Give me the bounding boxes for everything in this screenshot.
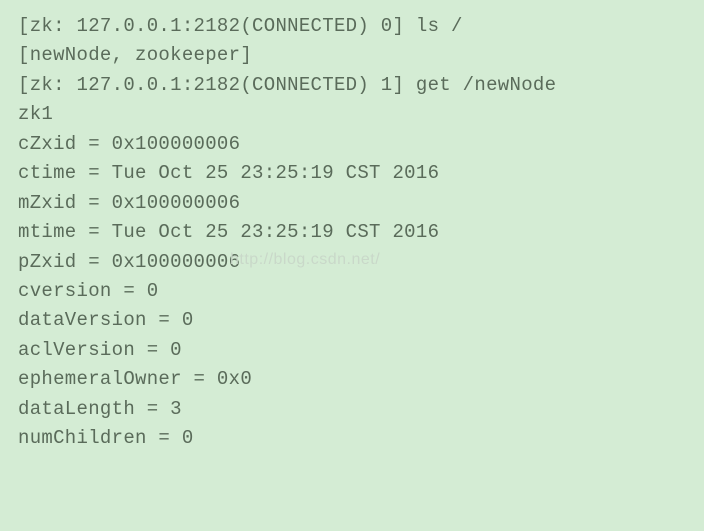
command-ls: ls / (416, 15, 463, 37)
stat-cversion: cversion = 0 (18, 277, 686, 306)
stat-pzxid: pZxid = 0x100000006 (18, 248, 686, 277)
stat-mzxid: mZxid = 0x100000006 (18, 189, 686, 218)
prompt-prefix: [zk: 127.0.0.1:2182(CONNECTED) 0] (18, 15, 416, 37)
stat-mtime: mtime = Tue Oct 25 23:25:19 CST 2016 (18, 218, 686, 247)
ls-output: [newNode, zookeeper] (18, 41, 686, 70)
command-get: get /newNode (416, 74, 556, 96)
stat-aclversion: aclVersion = 0 (18, 336, 686, 365)
prompt-line-2: [zk: 127.0.0.1:2182(CONNECTED) 1] get /n… (18, 71, 686, 100)
stat-dataversion: dataVersion = 0 (18, 306, 686, 335)
prompt-line-1: [zk: 127.0.0.1:2182(CONNECTED) 0] ls / (18, 12, 686, 41)
stat-ephemeralowner: ephemeralOwner = 0x0 (18, 365, 686, 394)
stat-numchildren: numChildren = 0 (18, 424, 686, 453)
data-value: zk1 (18, 100, 686, 129)
stat-czxid: cZxid = 0x100000006 (18, 130, 686, 159)
prompt-prefix: [zk: 127.0.0.1:2182(CONNECTED) 1] (18, 74, 416, 96)
stat-datalength: dataLength = 3 (18, 395, 686, 424)
stat-ctime: ctime = Tue Oct 25 23:25:19 CST 2016 (18, 159, 686, 188)
